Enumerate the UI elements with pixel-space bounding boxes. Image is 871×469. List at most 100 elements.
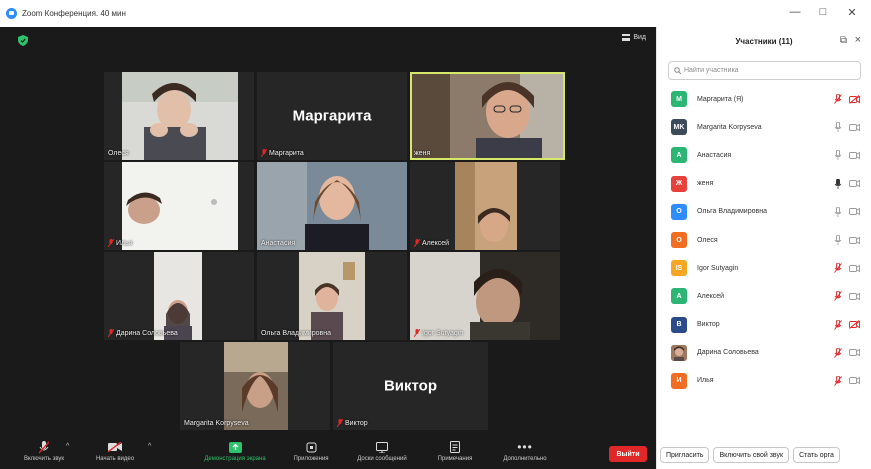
avatar: IS [671,260,687,277]
tile-big-name: Маргарита [292,107,372,125]
video-icon [849,151,860,160]
maximize-button[interactable]: □ [816,6,830,18]
meeting-toolbar: Включить звук ^ Начать видео ^ Демонстра… [0,438,656,469]
participant-name: Виктор [697,321,720,329]
participant-row[interactable]: Дарина Соловьева [657,339,871,367]
avatar: В [671,316,687,333]
video-feed [455,162,517,250]
muted-mic-icon [108,329,114,337]
video-tile-margarita-korpyseva[interactable]: Margarita Korpyseva [180,342,330,430]
invite-button[interactable]: Пригласить [660,447,710,463]
share-screen-button[interactable]: Демонстрация экрана [190,438,280,469]
participant-row[interactable]: М Маргарита (Я) [657,85,871,113]
participant-row[interactable]: Жженя [657,170,871,198]
participant-name: Анастасия [697,151,732,159]
participant-row[interactable]: IS Igor Sutyagin [657,254,871,282]
participant-row[interactable]: А Анастасия [657,141,871,169]
search-icon [674,67,681,74]
more-button[interactable]: ••• Дополнительно [490,438,560,469]
video-feed [410,252,560,340]
participant-list: М Маргарита (Я) MK Margarita Korpyseva А Анас… [657,85,871,395]
view-label: Вид [633,34,646,41]
participant-name: женя [697,180,714,188]
tile-name: Margarita Korpyseva [184,420,249,427]
unmute-button[interactable]: Включить звук [14,438,74,469]
video-off-icon [108,442,122,452]
video-icon [849,207,860,216]
participant-row[interactable]: И Илья [657,367,871,395]
video-tile-zhenya[interactable]: женя [410,72,565,160]
participant-search[interactable] [668,61,861,80]
tile-big-name: Виктор [383,377,438,395]
unmute-me-button[interactable]: Включить свой звук [713,447,790,463]
tile-name: Олеся [108,150,129,157]
zoom-logo-icon [6,8,17,19]
participant-row[interactable]: В Виктор [657,311,871,339]
muted-mic-icon [834,263,842,274]
muted-mic-icon [834,347,842,358]
video-off-icon [849,320,860,329]
muted-mic-icon [261,149,267,157]
participant-row[interactable]: А Алексей [657,282,871,310]
tile-name: Алексей [414,239,449,247]
participant-row[interactable]: О Ольга Владимировна [657,198,871,226]
become-host-button[interactable]: Стать орга [793,447,840,463]
apps-button[interactable]: Приложения [286,438,336,469]
minimize-button[interactable]: — [788,6,802,18]
video-tile-ilya[interactable]: Илья [104,162,254,250]
notes-button[interactable]: Примечания [428,438,482,469]
video-tile-margarita[interactable]: Маргарита Маргарита [257,72,407,160]
tile-name: Илья [108,239,133,247]
participant-row[interactable]: О Олеся [657,226,871,254]
video-gallery: Вид Олеся Маргарита Маргарита женя Илья … [0,27,656,469]
video-tile-darina[interactable]: Дарина Соловьева [104,252,254,340]
video-icon [849,236,860,245]
more-dots-icon: ••• [517,440,533,454]
video-icon [849,292,860,301]
search-input[interactable] [684,67,854,74]
video-tile-anastasia[interactable]: Анастасия [257,162,407,250]
participant-name: Margarita Korpyseva [697,123,762,131]
leave-button[interactable]: Выйти [609,446,647,462]
participant-row[interactable]: MK Margarita Korpyseva [657,113,871,141]
video-feed [299,252,365,340]
video-tile-olesya[interactable]: Олеся [104,72,254,160]
video-tile-aleksey[interactable]: Алексей [410,162,560,250]
video-feed [154,252,202,340]
shield-icon[interactable] [18,35,28,46]
muted-mic-icon [39,440,49,453]
video-icon [849,376,860,385]
close-panel-icon[interactable]: × [855,34,861,46]
video-feed [122,162,238,250]
mic-icon [834,206,842,217]
mic-icon [834,122,842,133]
muted-mic-icon [108,239,114,247]
view-button[interactable]: Вид [622,34,646,41]
video-icon [849,179,860,188]
tile-name: Маргарита [261,149,304,157]
muted-mic-icon [414,329,420,337]
audio-options-chevron-up-icon[interactable]: ^ [66,443,69,450]
video-feed [224,342,288,430]
muted-mic-icon [834,291,842,302]
avatar: М [671,91,687,108]
close-window-button[interactable]: ✕ [845,6,859,19]
tile-name: Ольга Владимировна [261,330,331,337]
start-video-button[interactable]: Начать видео [86,438,144,469]
video-tile-igor[interactable]: Igor Sutyagin [410,252,560,340]
window-title: Zoom Конференция. 40 мин [22,9,126,18]
avatar: А [671,288,687,305]
tile-name: Анастасия [261,240,296,247]
tile-name: Igor Sutyagin [414,329,463,337]
video-icon [849,348,860,357]
video-options-chevron-up-icon[interactable]: ^ [148,443,151,450]
muted-mic-icon [337,419,343,427]
video-tile-viktor[interactable]: Виктор Виктор [333,342,488,430]
video-tile-olga[interactable]: Ольга Владимировна [257,252,407,340]
participant-name: Дарина Соловьева [697,349,759,357]
whiteboards-button[interactable]: Доски сообщений [346,438,418,469]
popout-icon[interactable]: ⧉ [840,35,847,46]
video-feed [257,162,407,250]
avatar: О [671,203,687,220]
mic-icon [834,235,842,246]
